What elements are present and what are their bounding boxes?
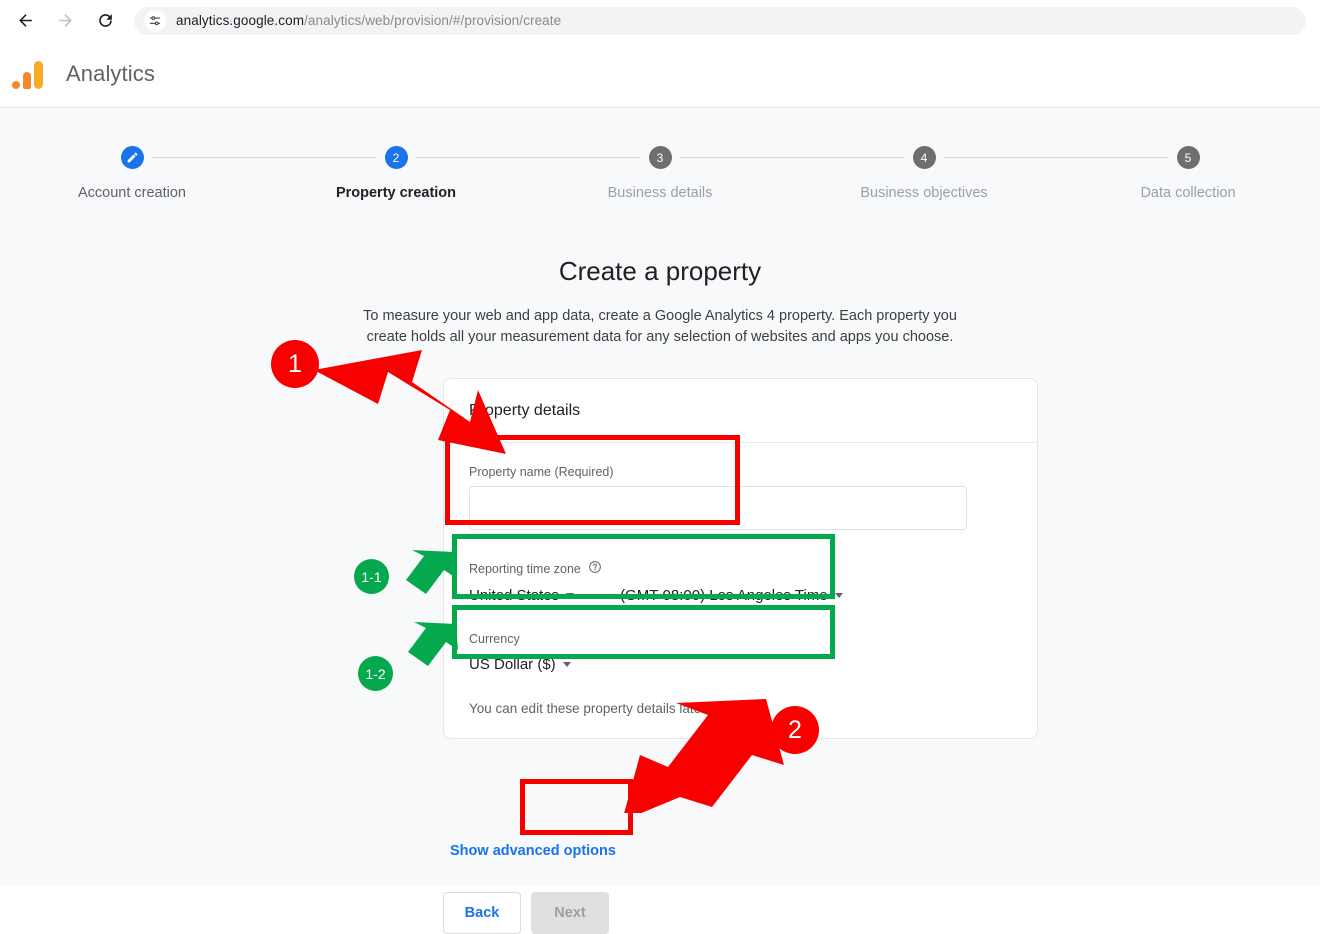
stepper-step-property-creation[interactable]: 2 Property creation <box>264 146 528 201</box>
reporting-time-zone-label: Reporting time zone <box>469 560 1012 577</box>
app-header: Analytics <box>0 41 1320 108</box>
page-title: Create a property <box>558 256 762 286</box>
site-settings-icon[interactable] <box>144 9 166 32</box>
currency-field: Currency US Dollar ($) <box>469 632 1012 673</box>
browser-back-button[interactable] <box>8 4 42 38</box>
help-circle-icon[interactable] <box>588 560 602 577</box>
arrow-left-icon <box>18 14 32 27</box>
browser-forward-button[interactable] <box>48 4 82 38</box>
currency-label: Currency <box>469 632 520 646</box>
reporting-time-zone-label-text: Reporting time zone <box>469 561 581 576</box>
wizard-button-row: Back Next <box>443 892 609 934</box>
reporting-time-zone-field: Reporting time zone United States (GMT-0… <box>469 560 1012 604</box>
time-zone-offset-value: (GMT-08:00) Los Angeles Time <box>620 587 828 604</box>
step-4-label: Business objectives <box>860 185 988 201</box>
back-button[interactable]: Back <box>443 892 521 934</box>
currency-value: US Dollar ($) <box>469 656 556 673</box>
step-1-label: Account creation <box>77 185 186 201</box>
step-4-circle: 4 <box>912 146 936 169</box>
page-description: To measure your web and app data, create… <box>363 308 957 345</box>
stepper-step-account-creation[interactable]: Account creation <box>0 146 264 201</box>
step-1-circle <box>120 146 144 169</box>
url-path: /analytics/web/provision/#/provision/cre… <box>304 13 562 28</box>
browser-toolbar: analytics.google.com/analytics/web/provi… <box>0 0 1320 42</box>
helper-note: You can edit these property details late… <box>469 701 762 716</box>
step-5-label: Data collection <box>1140 185 1236 201</box>
setup-stepper: Account creation 2 Property creation 3 B… <box>0 146 1320 201</box>
stepper-step-data-collection[interactable]: 5 Data collection <box>1056 146 1320 201</box>
time-zone-country-select[interactable]: United States <box>469 587 575 604</box>
property-name-label: Property name (Required) <box>469 465 614 479</box>
address-bar-url: analytics.google.com/analytics/web/provi… <box>176 13 561 28</box>
step-5-circle: 5 <box>1176 146 1200 169</box>
address-bar[interactable]: analytics.google.com/analytics/web/provi… <box>134 6 1306 35</box>
url-domain: analytics.google.com <box>176 13 305 28</box>
property-name-field: Property name (Required) <box>469 465 1012 530</box>
arrow-right-icon <box>58 14 72 27</box>
chevron-down-icon <box>562 662 571 667</box>
step-2-label: Property creation <box>335 185 457 201</box>
next-button[interactable]: Next <box>531 892 609 934</box>
chevron-down-icon <box>566 593 575 598</box>
browser-reload-button[interactable] <box>88 4 122 38</box>
currency-select[interactable]: US Dollar ($) <box>469 656 571 673</box>
show-advanced-options-link[interactable]: Show advanced options <box>450 843 616 859</box>
step-3-label: Business details <box>607 185 713 201</box>
app-title: Analytics <box>66 61 155 86</box>
pencil-icon <box>127 152 137 163</box>
time-zone-offset-select[interactable]: (GMT-08:00) Los Angeles Time <box>620 587 843 604</box>
step-3-circle: 3 <box>648 146 672 169</box>
reload-icon <box>98 14 112 27</box>
card-title: Property details <box>444 379 1037 443</box>
property-name-input[interactable] <box>469 486 967 530</box>
property-details-card: Property details Property name (Required… <box>443 378 1038 739</box>
time-zone-country-value: United States <box>469 587 560 604</box>
stepper-step-business-details[interactable]: 3 Business details <box>528 146 792 201</box>
chevron-down-icon <box>834 593 843 598</box>
step-2-circle: 2 <box>384 146 408 169</box>
google-analytics-logo-icon <box>12 59 46 89</box>
page-content: Account creation 2 Property creation 3 B… <box>0 108 1320 934</box>
stepper-step-business-objectives[interactable]: 4 Business objectives <box>792 146 1056 201</box>
